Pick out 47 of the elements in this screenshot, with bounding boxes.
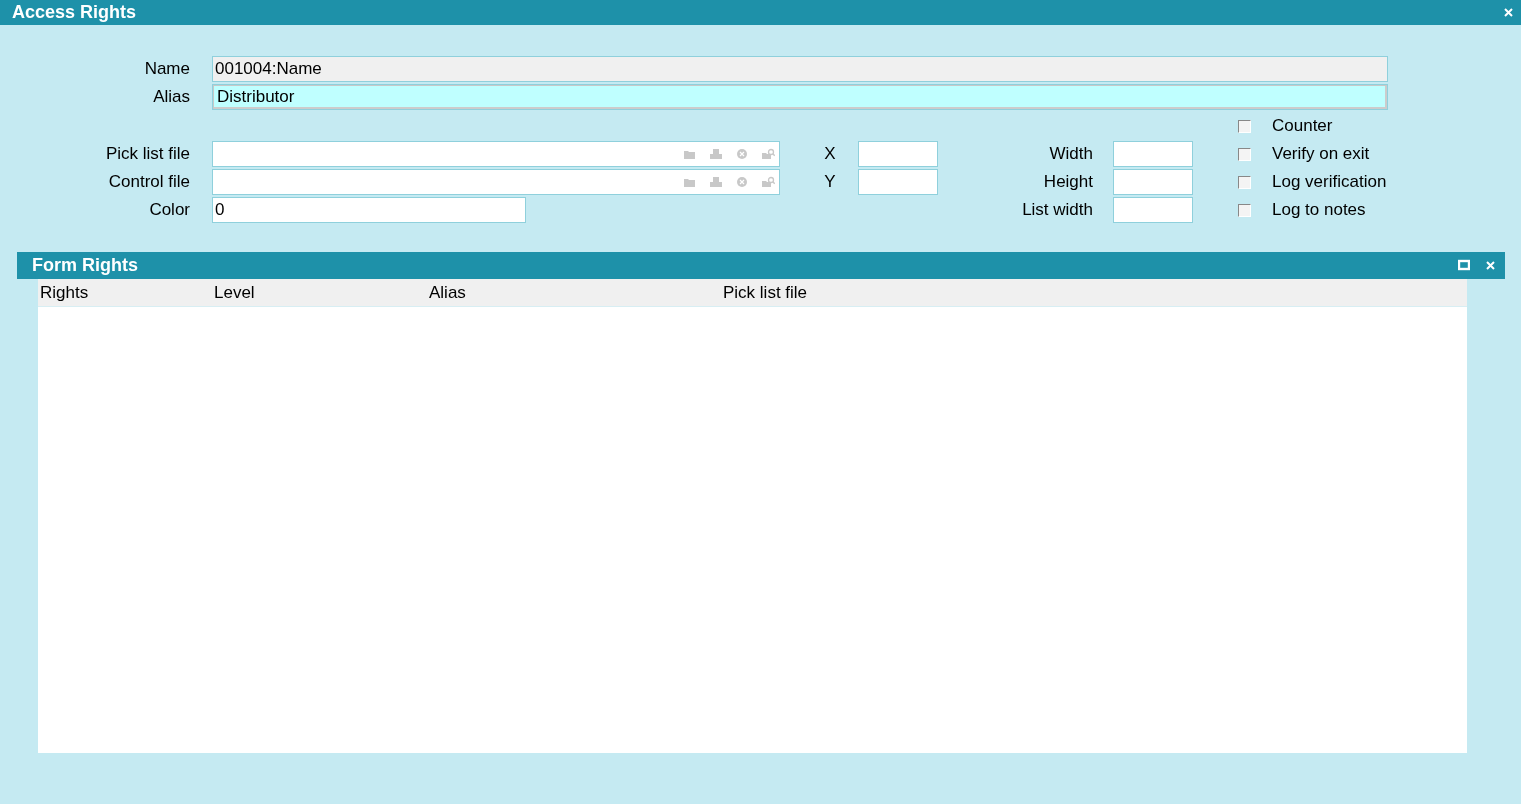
column-header[interactable]: Alias <box>427 282 721 303</box>
checkbox[interactable] <box>1238 175 1251 189</box>
clear-icon[interactable] <box>735 148 749 160</box>
name-label: Name <box>143 59 190 79</box>
checkbox-label: Counter <box>1272 116 1334 136</box>
file-field[interactable] <box>212 141 780 167</box>
field-label: Pick list file <box>104 144 190 164</box>
alias-label: Alias <box>152 87 190 107</box>
size-label: Height <box>1042 172 1093 192</box>
checkbox-label: Log verification <box>1272 172 1388 192</box>
clear-icon[interactable] <box>735 176 749 188</box>
checkbox[interactable] <box>1238 203 1251 217</box>
checkbox-label: Verify on exit <box>1272 144 1371 164</box>
folder-icon[interactable] <box>683 176 697 188</box>
close-button[interactable] <box>1504 8 1513 17</box>
color-field[interactable]: 0 <box>212 197 526 223</box>
size-field[interactable] <box>1113 197 1193 223</box>
panel-title: Form Rights <box>32 255 138 276</box>
file-field[interactable] <box>212 169 780 195</box>
folder-icon[interactable] <box>683 148 697 160</box>
size-field[interactable] <box>1113 141 1193 167</box>
size-label: List width <box>1021 200 1093 220</box>
folder-search-icon[interactable] <box>761 176 775 188</box>
alias-field[interactable]: Distributor <box>212 84 1388 110</box>
column-header[interactable]: Rights <box>38 282 212 303</box>
name-field[interactable]: 001004:Name <box>212 56 1388 82</box>
close-icon <box>1486 261 1495 270</box>
printer-icon[interactable] <box>709 148 723 160</box>
field-label: Control file <box>107 172 190 192</box>
folder-search-icon[interactable] <box>761 148 775 160</box>
coordinate-field[interactable] <box>858 141 938 167</box>
color-label: Color <box>148 200 190 220</box>
close-button[interactable] <box>1486 261 1495 270</box>
close-icon <box>1504 8 1513 17</box>
coordinate-field[interactable] <box>858 169 938 195</box>
printer-icon[interactable] <box>709 176 723 188</box>
size-label: Width <box>1048 144 1093 164</box>
coordinate-label: Y <box>823 172 837 192</box>
maximize-button[interactable] <box>1458 258 1472 273</box>
column-header[interactable]: Pick list file <box>721 282 1467 303</box>
size-field[interactable] <box>1113 169 1193 195</box>
checkbox[interactable] <box>1238 147 1251 161</box>
checkbox[interactable] <box>1238 119 1251 133</box>
window-title: Access Rights <box>12 2 137 23</box>
checkbox-label: Log to notes <box>1272 200 1367 220</box>
coordinate-label: X <box>823 144 837 164</box>
column-header[interactable]: Level <box>212 282 427 303</box>
